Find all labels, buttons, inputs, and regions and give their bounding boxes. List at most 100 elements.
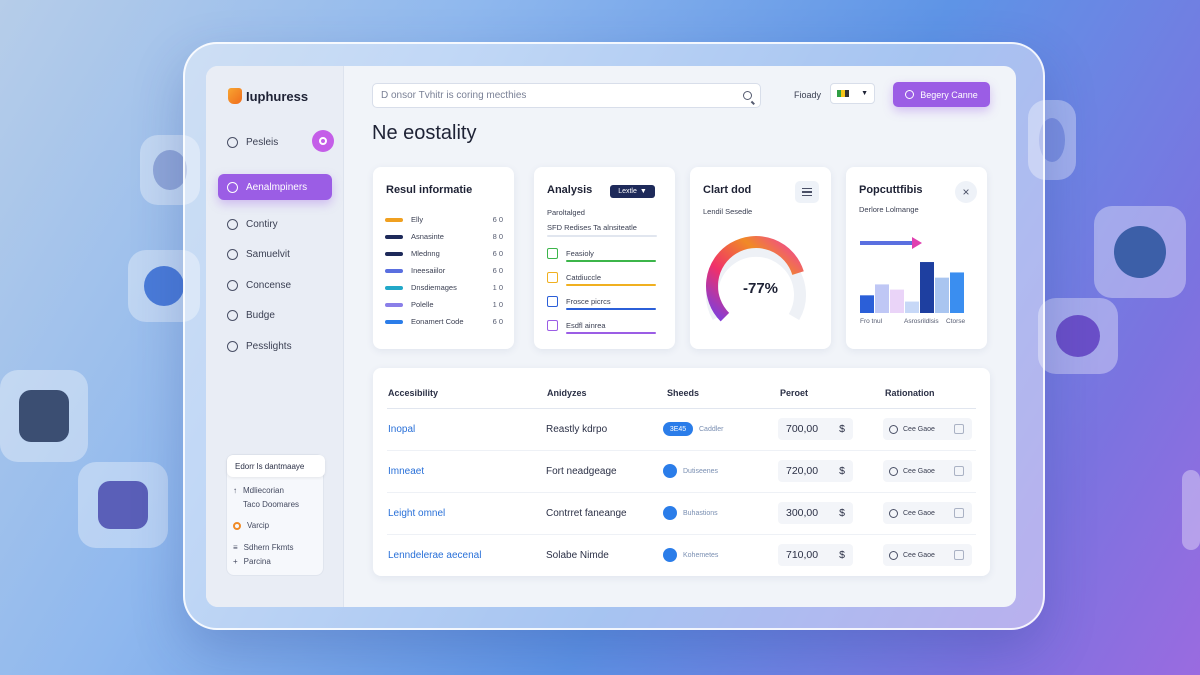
legend-row: Dnsdiemages 1 0 [385, 283, 503, 292]
card-title: Resul informatie [386, 184, 473, 196]
checkbox-row[interactable]: Esdfl ainrea [547, 317, 657, 333]
sidebar-panel-line[interactable]: + Parcina [233, 557, 271, 566]
table-header: Rationation [885, 388, 935, 398]
expand-icon[interactable] [954, 550, 964, 560]
background-app-tile [1094, 206, 1186, 298]
price-field[interactable]: 720,00 $ [778, 460, 853, 482]
settings-icon [889, 424, 898, 434]
currency-symbol: $ [839, 507, 845, 519]
status-text: Caddler [699, 425, 724, 433]
table-header: Peroet [780, 388, 809, 398]
settings-icon [889, 508, 898, 518]
chart-bar [935, 277, 949, 313]
expand-icon[interactable] [954, 424, 964, 434]
checkbox-row[interactable]: Catdiuccle [547, 269, 657, 285]
globe-icon [227, 136, 238, 148]
legend-value: 6 0 [492, 249, 503, 258]
status-badge-icon [663, 506, 677, 520]
search-input[interactable]: D onsor Tvhitr is coring mecthies [372, 83, 761, 108]
row-action-button[interactable]: Cee Gaoe [883, 460, 972, 482]
eye-icon [319, 137, 327, 145]
expand-icon[interactable] [954, 508, 964, 518]
settings-icon [227, 279, 238, 291]
sidebar-item-pesslights[interactable]: Pesslights [218, 333, 332, 359]
status-badge: Dutiseenes [663, 464, 718, 478]
brand-logo[interactable]: Iuphuress [228, 88, 308, 104]
status-badge: Kohemetes [663, 548, 718, 562]
sidebar-panel-line-text: Parcina [243, 557, 271, 566]
sidebar-item-label: Pesslights [246, 340, 292, 352]
checkbox[interactable] [547, 247, 558, 259]
background-app-tile [1182, 470, 1200, 550]
chevron-down-icon: ▼ [861, 90, 868, 97]
price-field[interactable]: 710,00 $ [778, 544, 853, 566]
checkbox-row[interactable]: Feasioly [547, 245, 657, 261]
checkbox[interactable] [547, 295, 558, 307]
sidebar-item-concense[interactable]: Concense [218, 272, 332, 298]
sidebar-panel-line-text: Taco Doomares [243, 500, 300, 509]
legend-value: 1 0 [492, 283, 503, 292]
row-link[interactable]: Imneaet [388, 466, 424, 477]
background-app-tile [0, 370, 88, 462]
sidebar-panel-line-text: Sdhern Fkmts [243, 543, 294, 552]
row-action-label: Cee Gaoe [903, 467, 935, 475]
primary-cta-button[interactable]: Begery Canne [893, 82, 990, 107]
notification-badge[interactable] [312, 130, 334, 152]
row-link[interactable]: Leight omnel [388, 508, 445, 519]
legend-row: Elly 6 0 [385, 215, 503, 224]
legend-value: 8 0 [492, 232, 503, 241]
sidebar-item-budge[interactable]: Budge [218, 302, 332, 328]
checkbox[interactable] [547, 319, 558, 331]
row-link[interactable]: Inopal [388, 424, 415, 435]
sidebar-item-contiry[interactable]: Contiry [218, 211, 332, 237]
settings-icon [889, 466, 898, 476]
page-title: Ne eostality [372, 122, 477, 144]
globe-icon [227, 309, 238, 321]
checkbox-label: Catdiuccle [566, 272, 602, 282]
sidebar-panel-line[interactable]: Varcip [233, 521, 269, 530]
settings-icon [889, 550, 898, 560]
background-app-tile [78, 462, 168, 548]
sidebar-panel-line[interactable]: ≡ Sdhern Fkmts [233, 543, 293, 552]
sidebar-panel-button[interactable]: Edorr ls dantmaaye [227, 455, 325, 477]
status-text: Dutiseenes [683, 467, 719, 475]
chart-bar [860, 295, 874, 313]
row-action-button[interactable]: Cee Gaoe [883, 502, 972, 524]
progress-line [566, 284, 656, 286]
brand-name: Iuphuress [246, 88, 309, 104]
legend-value: 6 0 [492, 317, 503, 326]
gauge-card: Clart dod Lendil Sesedle -77% [690, 167, 831, 349]
sidebar-panel-line[interactable]: Taco Doomares [243, 500, 299, 509]
sidebar-panel-line[interactable]: ↑ Mdliecorian [233, 486, 284, 495]
row-action-button[interactable]: Cee Gaoe [883, 544, 972, 566]
legend-swatch [385, 319, 403, 324]
checkbox[interactable] [547, 271, 558, 283]
chart-icon [227, 181, 238, 193]
sidebar-item-samuelvit[interactable]: Samuelvit [218, 241, 332, 267]
checkbox-label: Esdfl ainrea [566, 320, 606, 330]
price-value: 700,00 [786, 423, 819, 435]
analysis-card: Analysis Lextle ▼ Paroltalged SFD Redises… [534, 167, 675, 349]
table-row: Leight omnel Contrret faneange Buhastions 3… [387, 493, 976, 535]
expand-icon[interactable] [954, 466, 964, 476]
legend-label: Asnasinte [411, 232, 444, 241]
sidebar-item-aenalmpiners[interactable]: Aenalmpiners [218, 174, 332, 200]
row-action-button[interactable]: Cee Gaoe [883, 418, 972, 440]
folder-icon [227, 218, 238, 230]
filter-select[interactable]: ▼ [830, 83, 875, 104]
legend-label: Eonamert Code [411, 317, 464, 326]
price-field[interactable]: 300,00 $ [778, 502, 853, 524]
gauge-chart [706, 236, 806, 322]
sidebar-panel-line-text: Varcip [247, 521, 270, 530]
popularity-card: Popcuttfibis Derlore Lolmange × Fro tnul… [846, 167, 987, 349]
sidebar-item-label: Budge [246, 309, 275, 321]
legend-swatch [385, 234, 403, 239]
row-link[interactable]: Lenndelerae aecenal [388, 550, 481, 561]
price-field[interactable]: 700,00 $ [778, 418, 853, 440]
search-icon[interactable] [743, 91, 752, 100]
status-text: Buhastions [683, 509, 718, 517]
legend-swatch [385, 217, 403, 222]
trend-arrow-head [912, 237, 922, 249]
checkbox-row[interactable]: Frosce picrcs [547, 293, 657, 309]
period-dropdown[interactable]: Lextle ▼ [610, 185, 655, 198]
